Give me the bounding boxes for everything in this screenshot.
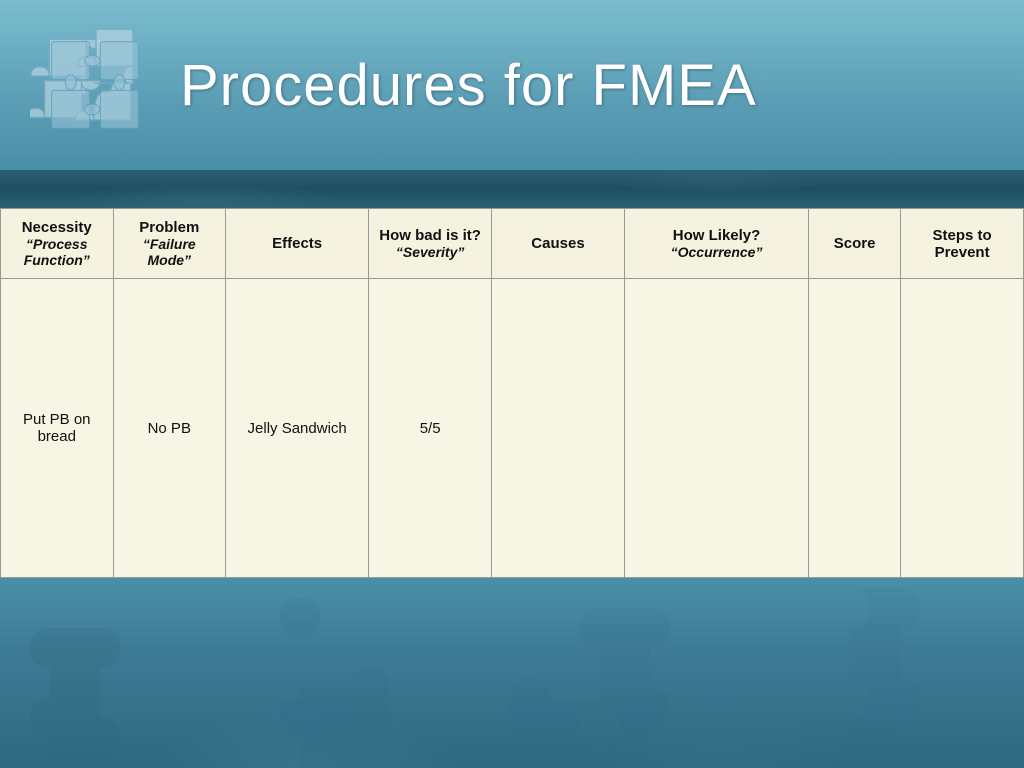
th-effects: Effects [226, 209, 369, 279]
cell-howlikely [624, 279, 808, 578]
separator-band [0, 170, 1024, 208]
table-container: Necessity “Process Function” Problem “Fa… [0, 208, 1024, 578]
th-problem: Problem “Failure Mode” [113, 209, 226, 279]
th-causes: Causes [492, 209, 625, 279]
fmea-table: Necessity “Process Function” Problem “Fa… [0, 208, 1024, 578]
th-necessity: Necessity “Process Function” [1, 209, 114, 279]
cell-problem: No PB [113, 279, 226, 578]
cell-effects: Jelly Sandwich [226, 279, 369, 578]
cell-score [809, 279, 901, 578]
th-howlikely: How Likely? “Occurrence” [624, 209, 808, 279]
th-howbad: How bad is it? “Severity” [369, 209, 492, 279]
cell-steps [901, 279, 1024, 578]
cell-causes [492, 279, 625, 578]
table-row: Put PB on breadNo PBJelly Sandwich5/5 [1, 279, 1024, 578]
cell-necessity: Put PB on bread [1, 279, 114, 578]
slide-title: Procedures for FMEA [180, 52, 757, 119]
puzzle-icon [30, 20, 160, 150]
slide: Procedures for FMEA Necessity “Process F… [0, 0, 1024, 768]
table-header-row: Necessity “Process Function” Problem “Fa… [1, 209, 1024, 279]
bottom-decoration [0, 578, 1024, 768]
th-steps: Steps to Prevent [901, 209, 1024, 279]
cell-howbad: 5/5 [369, 279, 492, 578]
th-score: Score [809, 209, 901, 279]
header: Procedures for FMEA [0, 0, 1024, 170]
